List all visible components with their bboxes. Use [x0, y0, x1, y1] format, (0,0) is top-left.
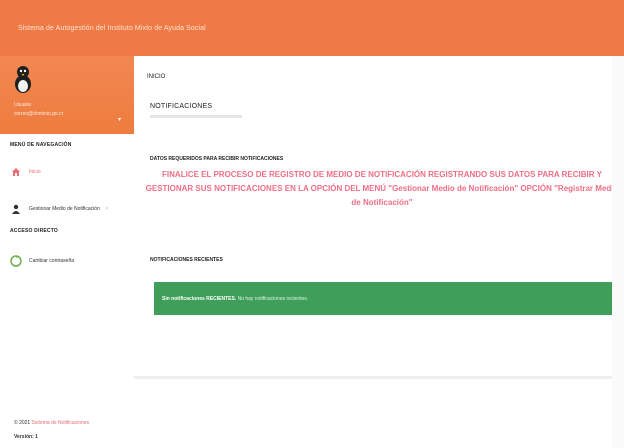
user-name: Usuario: [14, 102, 32, 108]
section-recent-label: NOTIFICACIONES RECIENTES: [150, 257, 223, 263]
sidebar-item-cambiar-contrasena[interactable]: Cambiar contraseña: [10, 253, 128, 269]
main-content: INICIO NOTIFICACIONES DATOS REQUERIDOS P…: [134, 56, 624, 448]
sidebar-item-label: Inicio: [29, 169, 41, 175]
direct-access-header: ACCESO DIRECTO: [10, 228, 58, 234]
sidebar-item-label: Cambiar contraseña: [29, 258, 75, 264]
breadcrumb[interactable]: INICIO: [147, 74, 165, 80]
user-icon: [10, 203, 22, 215]
alert-message: FINALICE EL PROCESO DE REGISTRO DE MEDIO…: [145, 170, 619, 207]
footer-copyright: © 2021 Sistema de Notificaciones: [14, 420, 89, 426]
scrollbar[interactable]: [612, 56, 624, 448]
section-required-label: DATOS REQUERIDOS PARA RECIBIR NOTIFICACI…: [150, 156, 284, 162]
footer-link[interactable]: Sistema de Notificaciones: [32, 420, 90, 426]
recent-text: No hay notificaciones recientes.: [237, 295, 309, 302]
home-icon: [10, 166, 22, 178]
footer-version: Versión: 1: [14, 434, 38, 440]
sidebar-item-label: Gestionar Medio de Notificación: [29, 206, 100, 212]
refresh-icon: [10, 255, 22, 267]
top-header-bar: Sistema de Autogestión del Instituto Mix…: [0, 0, 624, 56]
app-title: Sistema de Autogestión del Instituto Mix…: [18, 24, 206, 32]
sidebar-item-inicio[interactable]: Inicio: [10, 164, 128, 180]
chevron-down-icon[interactable]: ▾: [118, 116, 121, 123]
chevron-left-icon: ‹: [105, 206, 108, 212]
avatar: [15, 66, 31, 93]
page-subtitle: [150, 115, 242, 118]
sidebar-item-gestionar-medio[interactable]: Gestionar Medio de Notificación ‹: [10, 201, 128, 217]
nav-header: MENÚ DE NAVEGACIÓN: [10, 142, 72, 148]
copyright-text: © 2021: [14, 420, 31, 426]
user-email: correo@dominio.go.cr: [14, 111, 64, 117]
sidebar: Usuario correo@dominio.go.cr ▾ MENÚ DE N…: [0, 56, 134, 448]
recent-notifications-alert: Sin notificaciones RECIENTES. No hay not…: [154, 282, 618, 315]
divider: [134, 376, 624, 379]
user-panel: Usuario correo@dominio.go.cr ▾: [0, 56, 134, 134]
recent-strong-text: Sin notificaciones RECIENTES.: [162, 295, 237, 302]
page-title: NOTIFICACIONES: [150, 103, 213, 110]
